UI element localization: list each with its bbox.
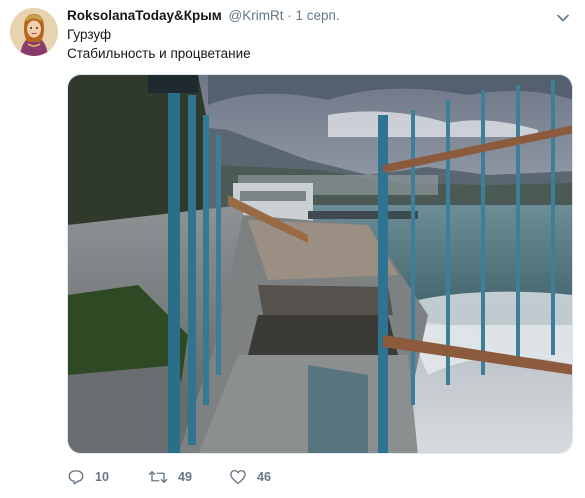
avatar[interactable]: [10, 8, 58, 56]
retweet-count: 49: [178, 470, 192, 484]
tweet-photo[interactable]: [67, 74, 573, 454]
separator-dot: ·: [287, 8, 292, 23]
timestamp[interactable]: 1 серп.: [296, 8, 340, 23]
reply-icon: [67, 468, 85, 486]
chevron-down-icon[interactable]: [555, 10, 571, 26]
tweet-text-line-2: Стабильность и процветание: [67, 46, 251, 61]
embankment-photo: [68, 75, 572, 453]
retweet-button[interactable]: 49: [148, 468, 192, 486]
like-button[interactable]: 46: [229, 468, 271, 486]
tweet-text-line-1: Гурзуф: [67, 27, 112, 42]
heart-icon: [229, 468, 247, 486]
handle[interactable]: @KrimRt: [229, 8, 284, 23]
tweet: RoksolanaToday&Крым @KrimRt · 1 серп. Гу…: [0, 0, 585, 498]
reply-count: 10: [95, 470, 109, 484]
retweet-icon: [148, 468, 168, 486]
display-name[interactable]: RoksolanaToday&Крым: [67, 8, 222, 23]
avatar-image: [10, 8, 58, 56]
reply-button[interactable]: 10: [67, 468, 109, 486]
like-count: 46: [257, 470, 271, 484]
tweet-header: RoksolanaToday&Крым @KrimRt · 1 серп.: [67, 8, 340, 23]
